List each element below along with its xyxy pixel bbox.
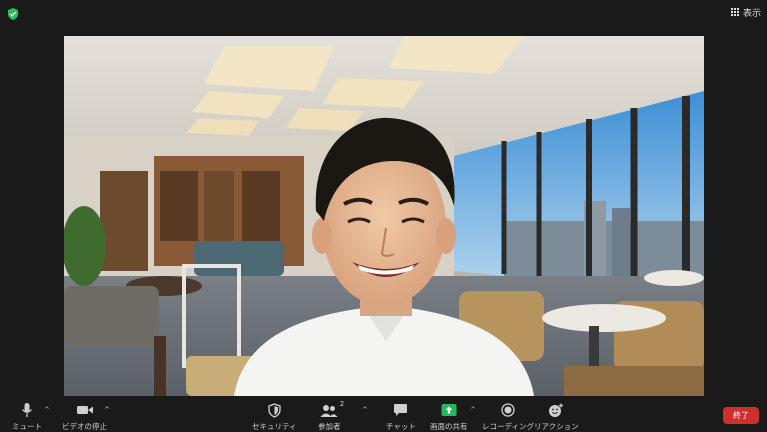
security-button[interactable]: セキュリティ — [252, 402, 297, 432]
participants-button[interactable]: 2 参加者 — [318, 400, 344, 432]
participants-label: 参加者 — [318, 422, 341, 431]
stop-video-label: ビデオの停止 — [62, 422, 107, 431]
meeting-top-bar: 表示 — [0, 0, 767, 26]
video-camera-icon — [74, 402, 96, 418]
share-options-chevron-icon[interactable]: ^ — [470, 406, 476, 414]
grid-icon — [730, 7, 740, 17]
share-screen-label: 画面の共有 — [430, 422, 468, 431]
mute-button[interactable]: ミュート — [12, 402, 42, 432]
view-label: 表示 — [742, 8, 761, 19]
meeting-toolbar: ミュート ^ ビデオの停止 ^ セキュリティ 2 参加者 ^ チャット 画面の共… — [0, 398, 767, 432]
mute-label: ミュート — [12, 422, 42, 431]
record-icon — [497, 402, 519, 418]
reaction-icon — [545, 402, 567, 418]
chat-button[interactable]: チャット — [386, 402, 416, 432]
participants-count-badge: 2 — [339, 400, 345, 408]
video-frame-scene — [64, 36, 704, 396]
security-label: セキュリティ — [252, 422, 297, 431]
share-screen-icon — [438, 402, 460, 418]
encryption-shield-icon[interactable] — [6, 6, 20, 20]
security-shield-icon — [263, 402, 285, 418]
stop-video-button[interactable]: ビデオの停止 — [62, 402, 107, 432]
chat-bubble-icon — [390, 402, 412, 418]
audio-options-chevron-icon[interactable]: ^ — [44, 406, 50, 414]
participants-icon: 2 — [318, 400, 344, 418]
chat-label: チャット — [386, 422, 416, 431]
reactions-button[interactable]: リアクション — [534, 402, 579, 432]
participant-video — [64, 36, 704, 396]
reactions-label: リアクション — [534, 422, 579, 431]
record-label: レコーディング — [482, 422, 534, 431]
end-meeting-button[interactable]: 終了 — [723, 407, 759, 424]
share-screen-button[interactable]: 画面の共有 — [430, 402, 468, 432]
microphone-icon — [16, 402, 38, 418]
participants-options-chevron-icon[interactable]: ^ — [362, 406, 368, 414]
record-button[interactable]: レコーディング — [482, 402, 534, 432]
view-button[interactable]: 表示 — [730, 4, 761, 20]
video-options-chevron-icon[interactable]: ^ — [104, 406, 110, 414]
